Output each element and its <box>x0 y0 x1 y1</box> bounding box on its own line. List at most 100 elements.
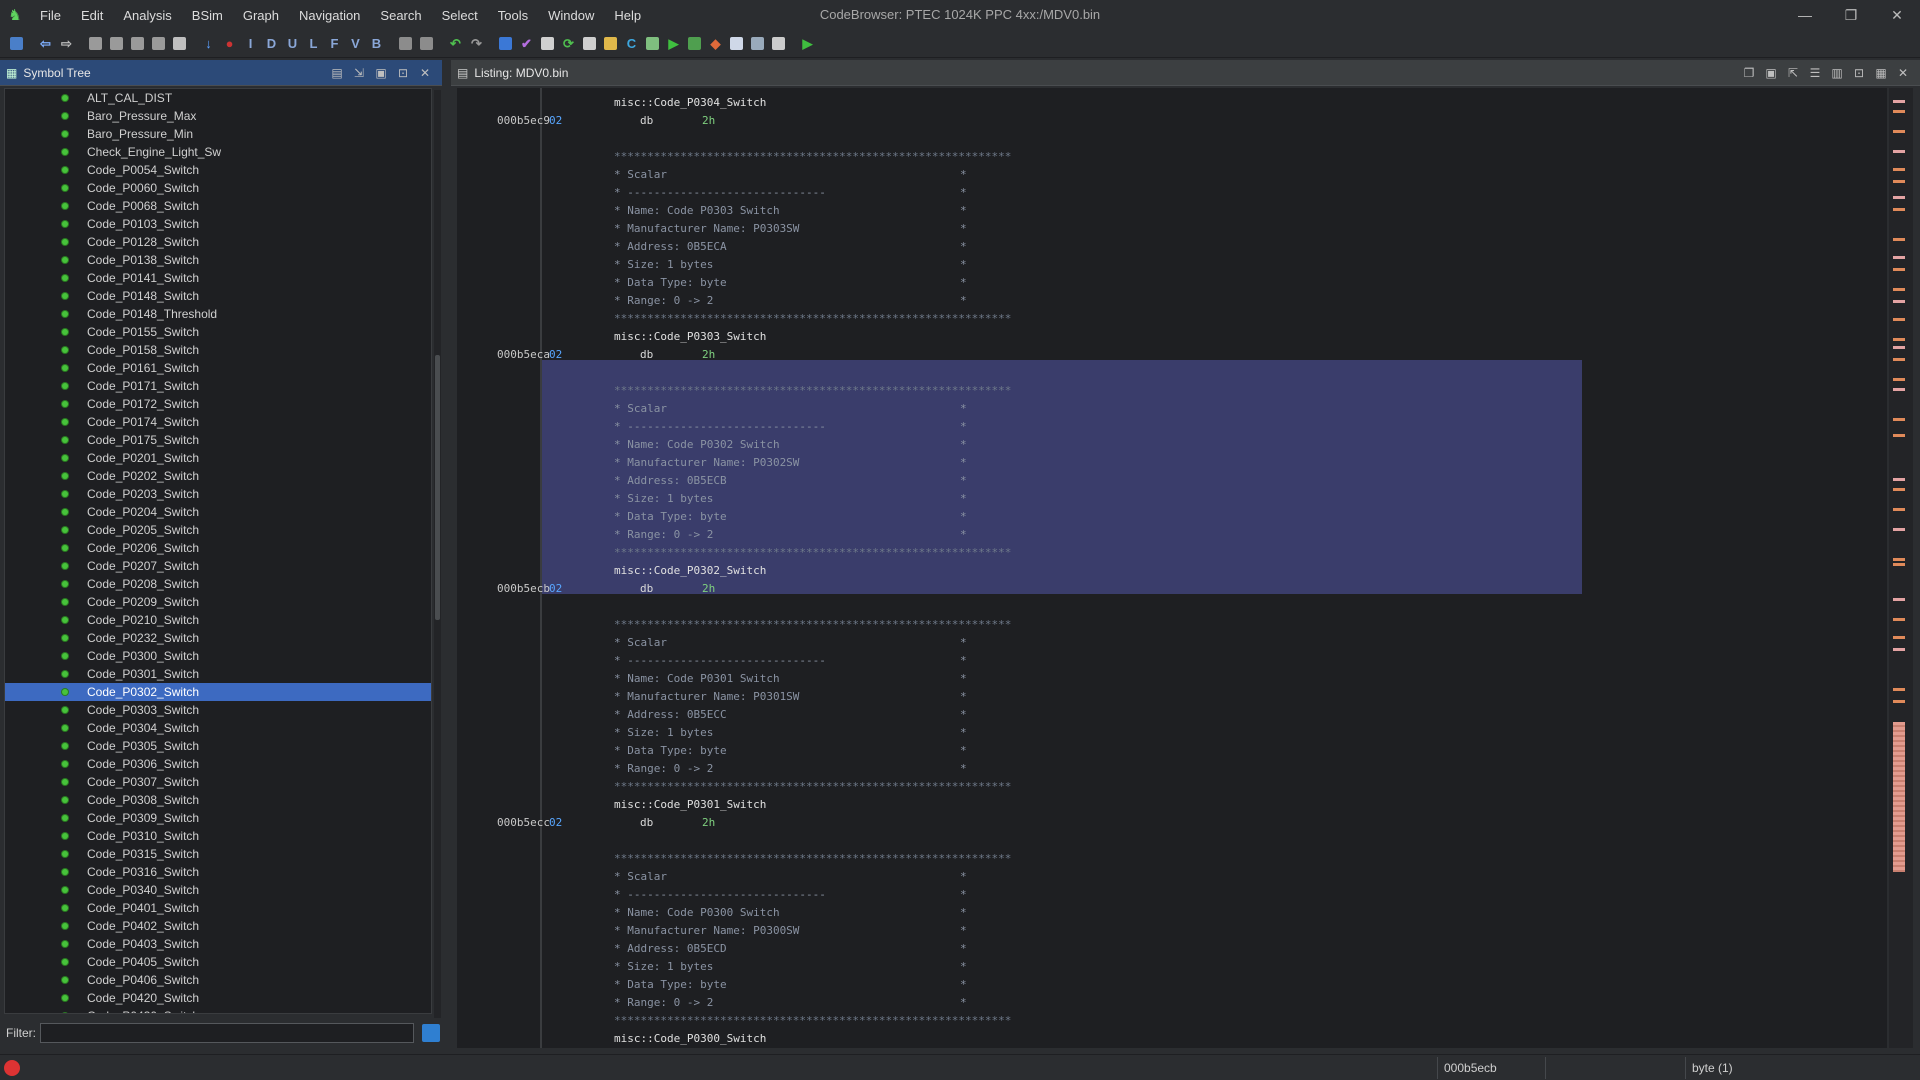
menu-search[interactable]: Search <box>370 8 431 23</box>
menu-file[interactable]: File <box>30 8 71 23</box>
overview-marker[interactable] <box>1893 598 1905 601</box>
nav-instruction-button[interactable]: I <box>240 33 261 55</box>
overview-marker[interactable] <box>1893 648 1905 651</box>
symbol-tree-item[interactable]: Code_P0201_Switch <box>5 449 431 467</box>
layout-icon[interactable]: ▦ <box>1872 64 1890 82</box>
stop-icon[interactable]: ● <box>219 33 240 55</box>
function-graph-icon[interactable] <box>642 33 663 55</box>
symbol-tree-item[interactable]: Code_P0205_Switch <box>5 521 431 539</box>
snapshot-listing-icon[interactable]: ⊡ <box>1850 64 1868 82</box>
dock-icon[interactable]: ⊡ <box>394 64 412 82</box>
symbol-tree-item[interactable]: Code_P0232_Switch <box>5 629 431 647</box>
overview-marker[interactable] <box>1893 528 1905 531</box>
symbol-tree-item[interactable]: Code_P0300_Switch <box>5 647 431 665</box>
symbol-tree-item[interactable]: Code_P0308_Switch <box>5 791 431 809</box>
overview-marker[interactable] <box>1893 100 1905 103</box>
overview-marker[interactable] <box>1893 563 1905 566</box>
script-icon[interactable] <box>684 33 705 55</box>
run-icon[interactable]: ▶ <box>663 33 684 55</box>
overview-scrollbar[interactable] <box>1889 88 1913 1048</box>
symbol-tree-item[interactable]: Code_P0310_Switch <box>5 827 431 845</box>
save-icon[interactable] <box>6 33 27 55</box>
next-data-icon[interactable] <box>127 33 148 55</box>
overview-marker[interactable] <box>1893 388 1905 391</box>
redo-icon[interactable]: ↷ <box>466 33 487 55</box>
overview-marker[interactable] <box>1893 558 1905 561</box>
overview-marker[interactable] <box>1893 488 1905 491</box>
navigate-icon[interactable]: ⇲ <box>350 64 368 82</box>
nav-label-button[interactable]: L <box>303 33 324 55</box>
symbol-tree-item[interactable]: Code_P0060_Switch <box>5 179 431 197</box>
copy-listing-icon[interactable]: ❐ <box>1740 64 1758 82</box>
maximize-button[interactable]: ❐ <box>1828 0 1874 30</box>
panel-splitter[interactable] <box>443 60 451 1048</box>
symbol-tree-item[interactable]: Code_P0128_Switch <box>5 233 431 251</box>
paste-listing-icon[interactable]: ▣ <box>1762 64 1780 82</box>
folder-icon[interactable] <box>600 33 621 55</box>
overview-marker[interactable] <box>1893 418 1905 421</box>
symbol-tree-item[interactable]: Code_P0068_Switch <box>5 197 431 215</box>
symbol-tree-item[interactable]: Code_P0172_Switch <box>5 395 431 413</box>
symbol-tree-item[interactable]: Code_P0402_Switch <box>5 917 431 935</box>
symbol-tree-item[interactable]: Code_P0302_Switch <box>5 683 431 701</box>
next-undefined-icon[interactable] <box>148 33 169 55</box>
back-arrow-icon[interactable]: ⇦ <box>35 33 56 55</box>
symbol-tree-item[interactable]: Code_P0161_Switch <box>5 359 431 377</box>
symbol-tree-item[interactable]: Code_P0403_Switch <box>5 935 431 953</box>
overview-marker[interactable] <box>1893 256 1905 259</box>
listing-close-icon[interactable]: ✕ <box>1894 64 1912 82</box>
symbol-tree-item[interactable]: Code_P0208_Switch <box>5 575 431 593</box>
overview-marker[interactable] <box>1893 150 1905 153</box>
shield-icon[interactable] <box>495 33 516 55</box>
overview-marker[interactable] <box>1893 636 1905 639</box>
symbol-tree[interactable]: ALT_CAL_DIST Baro_Pressure_Max Baro_Pressu… <box>4 88 432 1014</box>
nav-undefined-button[interactable]: U <box>282 33 303 55</box>
close-button[interactable]: ✕ <box>1874 0 1920 30</box>
decompile-icon[interactable]: C <box>621 33 642 55</box>
overview-marker[interactable] <box>1893 378 1905 381</box>
memory-map-icon[interactable] <box>537 33 558 55</box>
overview-marker[interactable] <box>1893 130 1905 133</box>
symbol-tree-scrollbar[interactable] <box>434 90 441 1018</box>
symbol-tree-item[interactable]: Code_P0430_Switch <box>5 1007 431 1013</box>
menu-graph[interactable]: Graph <box>233 8 289 23</box>
filter-input[interactable] <box>40 1023 414 1043</box>
symbol-tree-item[interactable]: Baro_Pressure_Min <box>5 125 431 143</box>
symbol-tree-item[interactable]: Code_P0309_Switch <box>5 809 431 827</box>
listing-body[interactable]: ****************************************… <box>457 88 1887 1048</box>
symbol-tree-item[interactable]: Code_P0420_Switch <box>5 989 431 1007</box>
overview-marker[interactable] <box>1893 700 1905 703</box>
overview-marker[interactable] <box>1893 318 1905 321</box>
nav-bookmark-button[interactable]: B <box>366 33 387 55</box>
refresh-icon[interactable]: ⟳ <box>558 33 579 55</box>
undo-icon[interactable]: ↶ <box>445 33 466 55</box>
scroll-thumb[interactable] <box>435 355 440 620</box>
overview-marker[interactable] <box>1893 268 1905 271</box>
symbol-tree-item[interactable]: Code_P0316_Switch <box>5 863 431 881</box>
menu-select[interactable]: Select <box>432 8 488 23</box>
symbol-tree-item[interactable]: Code_P0305_Switch <box>5 737 431 755</box>
symbol-tree-item[interactable]: Code_P0171_Switch <box>5 377 431 395</box>
menu-analysis[interactable]: Analysis <box>113 8 181 23</box>
overview-marker[interactable] <box>1893 110 1905 113</box>
next-instruction-icon[interactable] <box>106 33 127 55</box>
overview-marker[interactable] <box>1893 208 1905 211</box>
cursor-mode-icon[interactable]: ⇱ <box>1784 64 1802 82</box>
overview-marker[interactable] <box>1893 688 1905 691</box>
symbol-tree-item[interactable]: Code_P0307_Switch <box>5 773 431 791</box>
nav-value-button[interactable]: V <box>345 33 366 55</box>
symbol-tree-item[interactable]: Code_P0304_Switch <box>5 719 431 737</box>
nav-data-button[interactable]: D <box>261 33 282 55</box>
symbol-tree-item[interactable]: Code_P0158_Switch <box>5 341 431 359</box>
minimize-button[interactable]: — <box>1782 0 1828 30</box>
create-namespace-icon[interactable]: ▤ <box>328 64 346 82</box>
down-arrow-icon[interactable]: ↓ <box>198 33 219 55</box>
overview-marker-cluster[interactable] <box>1893 722 1905 872</box>
symbol-tree-item[interactable]: Code_P0103_Switch <box>5 215 431 233</box>
overview-marker[interactable] <box>1893 508 1905 511</box>
table-icon[interactable] <box>726 33 747 55</box>
symbol-tree-item[interactable]: Code_P0303_Switch <box>5 701 431 719</box>
forward-arrow-icon[interactable]: ⇨ <box>56 33 77 55</box>
symbol-tree-item[interactable]: ALT_CAL_DIST <box>5 89 431 107</box>
next-label-icon[interactable] <box>169 33 190 55</box>
